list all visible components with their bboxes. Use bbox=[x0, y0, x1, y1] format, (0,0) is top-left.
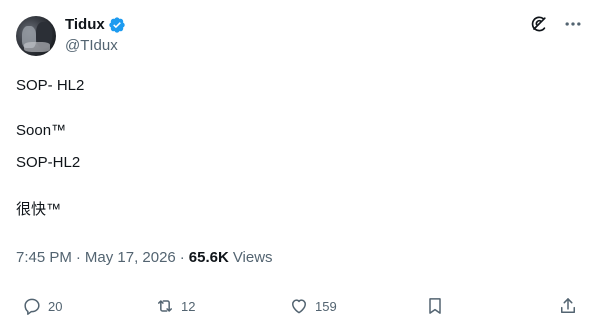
share-icon bbox=[561, 298, 575, 313]
action-bar: 20 12 159 bbox=[0, 296, 599, 320]
verified-badge-icon bbox=[109, 17, 125, 33]
grok-icon[interactable] bbox=[529, 14, 549, 34]
repost-count: 12 bbox=[181, 298, 196, 314]
bookmark-button[interactable] bbox=[425, 296, 445, 316]
views-label: Views bbox=[232, 249, 273, 266]
reply-button[interactable]: 20 bbox=[22, 296, 62, 316]
avatar-shape bbox=[24, 42, 50, 52]
repost-button[interactable]: 12 bbox=[155, 296, 195, 316]
meta-separator: · bbox=[75, 249, 81, 266]
post-date[interactable]: May 17, 2026 bbox=[85, 248, 176, 268]
post-text-line: 很快™ bbox=[16, 201, 62, 218]
post-time[interactable]: 7:45 PM bbox=[16, 248, 72, 268]
post-text-line: SOP- HL2 bbox=[16, 77, 85, 94]
post-meta: 7:45 PM · May 17, 2026 · 65.6K Views bbox=[16, 248, 273, 268]
post-text-line: SOP-HL2 bbox=[16, 154, 81, 171]
top-icons bbox=[529, 14, 583, 34]
reply-count: 20 bbox=[48, 298, 63, 314]
author-handle[interactable]: @TIdux bbox=[65, 36, 118, 56]
post-text-line: Soon™ bbox=[16, 122, 67, 139]
share-button[interactable] bbox=[558, 296, 578, 316]
avatar[interactable] bbox=[16, 16, 56, 56]
repost-icon bbox=[158, 300, 172, 312]
more-icon[interactable] bbox=[563, 14, 583, 34]
like-icon bbox=[292, 299, 306, 314]
views-count: 65.6K bbox=[188, 249, 229, 266]
reply-icon bbox=[24, 298, 40, 315]
author-name[interactable]: Tidux bbox=[65, 15, 105, 35]
bookmark-icon bbox=[429, 298, 441, 314]
like-count: 159 bbox=[315, 298, 337, 314]
like-button[interactable]: 159 bbox=[289, 296, 337, 316]
meta-separator: · bbox=[179, 249, 185, 266]
author-name-row[interactable]: Tidux bbox=[65, 15, 126, 35]
